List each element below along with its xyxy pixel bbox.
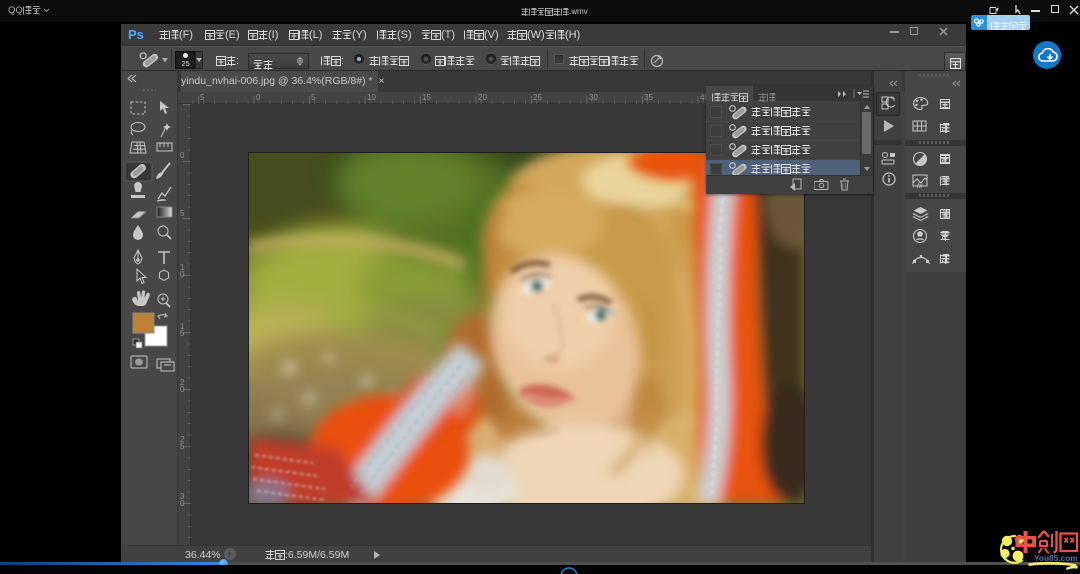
svg-text:fx: fx [917,183,923,189]
svg-text:You85.com: You85.com [1034,553,1078,563]
